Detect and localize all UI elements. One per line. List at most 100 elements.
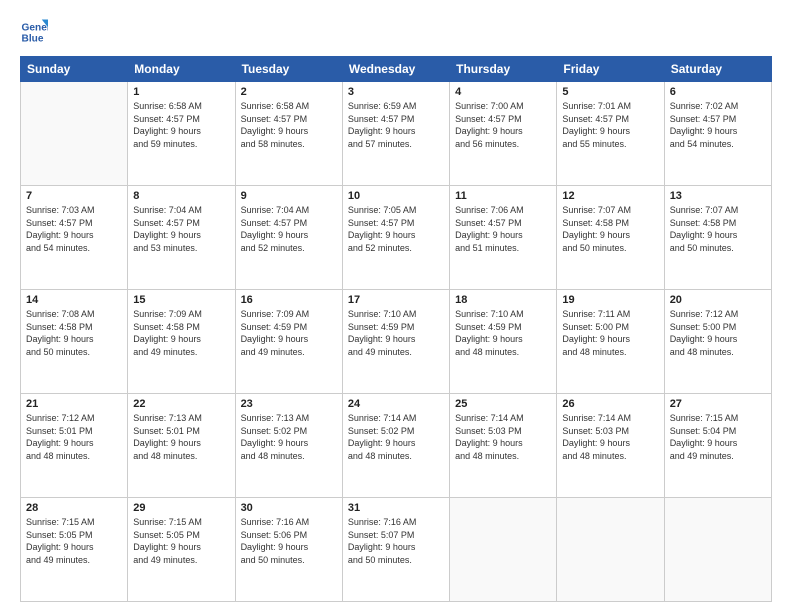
day-cell: 31Sunrise: 7:16 AMSunset: 5:07 PMDayligh… (342, 498, 449, 602)
day-info: Sunrise: 7:06 AMSunset: 4:57 PMDaylight:… (455, 204, 551, 254)
week-row-2: 14 Sunrise: 7:08 AMSunset: 4:58 PMDayligh… (21, 290, 772, 394)
day-number: 19 (562, 294, 658, 306)
day-info: Sunrise: 7:03 AMSunset: 4:57 PMDaylight:… (26, 204, 122, 254)
day-number: 28 (26, 502, 122, 514)
day-cell: 19Sunrise: 7:11 AMSunset: 5:00 PMDayligh… (557, 290, 664, 394)
day-info: Sunrise: 7:13 AMSunset: 5:02 PMDaylight:… (241, 412, 337, 462)
day-info: Sunrise: 6:59 AMSunset: 4:57 PMDaylight:… (348, 100, 444, 150)
day-info: Sunrise: 7:16 AMSunset: 5:07 PMDaylight:… (348, 516, 444, 566)
day-cell: 17 Sunrise: 7:10 AMSunset: 4:59 PMDayligh… (342, 290, 449, 394)
day-info: Sunrise: 7:14 AMSunset: 5:03 PMDaylight:… (562, 412, 658, 462)
day-info: Sunrise: 7:04 AMSunset: 4:57 PMDaylight:… (241, 204, 337, 254)
week-row-3: 21 Sunrise: 7:12 AMSunset: 5:01 PMDayligh… (21, 394, 772, 498)
day-cell: 13 Sunrise: 7:07 AMSunset: 4:58 PMDayligh… (664, 186, 771, 290)
day-cell: 27 Sunrise: 7:15 AMSunset: 5:04 PMDayligh… (664, 394, 771, 498)
week-row-1: 7 Sunrise: 7:03 AMSunset: 4:57 PMDaylight… (21, 186, 772, 290)
logo-icon: General Blue (20, 18, 48, 46)
day-number: 7 (26, 190, 122, 202)
day-number: 3 (348, 86, 444, 98)
page: General Blue SundayMondayTuesdayWednesda… (0, 0, 792, 612)
day-number: 24 (348, 398, 444, 410)
day-number: 8 (133, 190, 229, 202)
day-cell: 9 Sunrise: 7:04 AMSunset: 4:57 PMDaylight… (235, 186, 342, 290)
calendar-table: SundayMondayTuesdayWednesdayThursdayFrid… (20, 56, 772, 602)
day-cell: 3 Sunrise: 6:59 AMSunset: 4:57 PMDaylight… (342, 82, 449, 186)
day-number: 1 (133, 86, 229, 98)
day-number: 21 (26, 398, 122, 410)
day-info: Sunrise: 7:04 AMSunset: 4:57 PMDaylight:… (133, 204, 229, 254)
day-number: 5 (562, 86, 658, 98)
day-info: Sunrise: 7:00 AMSunset: 4:57 PMDaylight:… (455, 100, 551, 150)
day-info: Sunrise: 7:12 AMSunset: 5:00 PMDaylight:… (670, 308, 766, 358)
day-number: 6 (670, 86, 766, 98)
day-number: 16 (241, 294, 337, 306)
day-number: 18 (455, 294, 551, 306)
day-cell: 1Sunrise: 6:58 AMSunset: 4:57 PMDaylight… (128, 82, 235, 186)
col-header-sunday: Sunday (21, 57, 128, 82)
day-cell: 11 Sunrise: 7:06 AMSunset: 4:57 PMDayligh… (450, 186, 557, 290)
day-cell: 12Sunrise: 7:07 AMSunset: 4:58 PMDayligh… (557, 186, 664, 290)
day-cell (557, 498, 664, 602)
day-number: 26 (562, 398, 658, 410)
day-cell: 15Sunrise: 7:09 AMSunset: 4:58 PMDayligh… (128, 290, 235, 394)
day-cell: 4 Sunrise: 7:00 AMSunset: 4:57 PMDaylight… (450, 82, 557, 186)
day-info: Sunrise: 7:09 AMSunset: 4:59 PMDaylight:… (241, 308, 337, 358)
col-header-monday: Monday (128, 57, 235, 82)
day-info: Sunrise: 7:15 AMSunset: 5:05 PMDaylight:… (133, 516, 229, 566)
day-info: Sunrise: 7:16 AMSunset: 5:06 PMDaylight:… (241, 516, 337, 566)
day-info: Sunrise: 7:12 AMSunset: 5:01 PMDaylight:… (26, 412, 122, 462)
col-header-tuesday: Tuesday (235, 57, 342, 82)
day-info: Sunrise: 7:07 AMSunset: 4:58 PMDaylight:… (562, 204, 658, 254)
col-header-wednesday: Wednesday (342, 57, 449, 82)
day-number: 27 (670, 398, 766, 410)
day-number: 30 (241, 502, 337, 514)
day-cell: 30 Sunrise: 7:16 AMSunset: 5:06 PMDayligh… (235, 498, 342, 602)
day-cell: 5 Sunrise: 7:01 AMSunset: 4:57 PMDaylight… (557, 82, 664, 186)
day-info: Sunrise: 6:58 AMSunset: 4:57 PMDaylight:… (241, 100, 337, 150)
day-cell: 16 Sunrise: 7:09 AMSunset: 4:59 PMDayligh… (235, 290, 342, 394)
day-cell: 25Sunrise: 7:14 AMSunset: 5:03 PMDayligh… (450, 394, 557, 498)
day-cell (21, 82, 128, 186)
day-info: Sunrise: 7:01 AMSunset: 4:57 PMDaylight:… (562, 100, 658, 150)
day-info: Sunrise: 7:15 AMSunset: 5:04 PMDaylight:… (670, 412, 766, 462)
day-cell: 29 Sunrise: 7:15 AMSunset: 5:05 PMDayligh… (128, 498, 235, 602)
logo: General Blue (20, 18, 52, 46)
day-info: Sunrise: 7:14 AMSunset: 5:02 PMDaylight:… (348, 412, 444, 462)
col-header-saturday: Saturday (664, 57, 771, 82)
week-row-4: 28 Sunrise: 7:15 AMSunset: 5:05 PMDayligh… (21, 498, 772, 602)
day-number: 13 (670, 190, 766, 202)
day-cell: 22Sunrise: 7:13 AMSunset: 5:01 PMDayligh… (128, 394, 235, 498)
day-cell: 23 Sunrise: 7:13 AMSunset: 5:02 PMDayligh… (235, 394, 342, 498)
day-info: Sunrise: 7:10 AMSunset: 4:59 PMDaylight:… (348, 308, 444, 358)
day-number: 25 (455, 398, 551, 410)
day-cell (450, 498, 557, 602)
day-number: 17 (348, 294, 444, 306)
day-number: 20 (670, 294, 766, 306)
col-header-friday: Friday (557, 57, 664, 82)
day-cell (664, 498, 771, 602)
week-row-0: 1 Sunrise: 6:58 AMSunset: 4:57 PMDaylight… (21, 82, 772, 186)
day-number: 23 (241, 398, 337, 410)
day-number: 9 (241, 190, 337, 202)
day-cell: 7 Sunrise: 7:03 AMSunset: 4:57 PMDaylight… (21, 186, 128, 290)
day-info: Sunrise: 7:08 AMSunset: 4:58 PMDaylight:… (26, 308, 122, 358)
day-number: 29 (133, 502, 229, 514)
day-cell: 20 Sunrise: 7:12 AMSunset: 5:00 PMDayligh… (664, 290, 771, 394)
day-number: 10 (348, 190, 444, 202)
day-cell: 6 Sunrise: 7:02 AMSunset: 4:57 PMDaylight… (664, 82, 771, 186)
day-number: 4 (455, 86, 551, 98)
day-number: 11 (455, 190, 551, 202)
day-cell: 26 Sunrise: 7:14 AMSunset: 5:03 PMDayligh… (557, 394, 664, 498)
day-cell: 18Sunrise: 7:10 AMSunset: 4:59 PMDayligh… (450, 290, 557, 394)
svg-text:General: General (22, 22, 48, 33)
day-cell: 21 Sunrise: 7:12 AMSunset: 5:01 PMDayligh… (21, 394, 128, 498)
day-number: 2 (241, 86, 337, 98)
svg-text:Blue: Blue (22, 33, 44, 44)
header: General Blue (20, 18, 772, 46)
day-number: 22 (133, 398, 229, 410)
day-info: Sunrise: 7:05 AMSunset: 4:57 PMDaylight:… (348, 204, 444, 254)
day-info: Sunrise: 7:02 AMSunset: 4:57 PMDaylight:… (670, 100, 766, 150)
day-number: 14 (26, 294, 122, 306)
day-info: Sunrise: 7:07 AMSunset: 4:58 PMDaylight:… (670, 204, 766, 254)
day-info: Sunrise: 7:09 AMSunset: 4:58 PMDaylight:… (133, 308, 229, 358)
